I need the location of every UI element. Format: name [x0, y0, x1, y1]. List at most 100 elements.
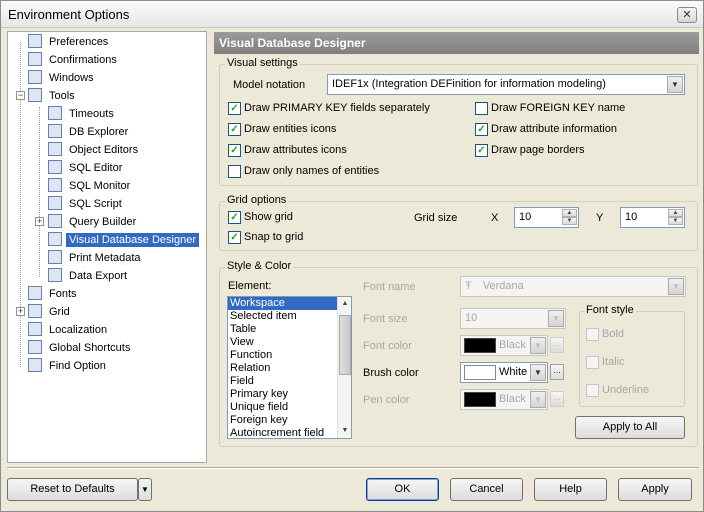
reset-dropdown-icon[interactable]: ▼ [138, 478, 152, 501]
element-list-item[interactable]: View [228, 336, 351, 349]
underline-checkbox[interactable] [586, 384, 599, 397]
sql-script-icon [48, 196, 62, 211]
element-list-item[interactable]: Foreign key [228, 414, 351, 427]
tree-item-fonts[interactable]: Fonts [28, 285, 80, 303]
title-bar[interactable]: Environment Options ✕ [1, 1, 703, 28]
element-list-item[interactable]: Selected item [228, 310, 351, 323]
reset-to-defaults-button[interactable]: Reset to Defaults [7, 478, 138, 501]
pen-color-swatch [464, 392, 496, 407]
tree-item-confirmations[interactable]: Confirmations [28, 51, 120, 69]
tree-item-data-export[interactable]: Data Export [48, 267, 130, 285]
brush-color-select[interactable]: White ▼ [460, 362, 548, 383]
draw-only-names-checkbox[interactable] [228, 165, 241, 178]
spin-down-icon[interactable]: ▼ [668, 217, 683, 225]
scroll-down-icon[interactable]: ▼ [338, 424, 351, 438]
spin-down-icon[interactable]: ▼ [562, 217, 577, 225]
scroll-thumb[interactable] [339, 315, 351, 375]
element-list-item[interactable]: Workspace [228, 297, 351, 310]
scroll-up-icon[interactable]: ▲ [338, 297, 351, 311]
model-notation-select[interactable]: IDEF1x (Integration DEFinition for infor… [327, 74, 685, 95]
spin-up-icon[interactable]: ▲ [562, 209, 577, 217]
grid-expand-icon[interactable]: + [16, 307, 25, 316]
tree-item-object-editors[interactable]: Object Editors [48, 141, 141, 159]
tree-item-timeouts[interactable]: Timeouts [48, 105, 117, 123]
tree-item-sql-editor[interactable]: SQL Editor [48, 159, 125, 177]
grid-y-stepper[interactable]: 10 ▲ ▼ [620, 207, 685, 228]
fonts-icon [28, 286, 42, 301]
tree-item-db-explorer[interactable]: DB Explorer [48, 123, 131, 141]
font-name-select[interactable]: Ŧ Verdana ▼ [460, 276, 686, 297]
italic-checkbox[interactable] [586, 356, 599, 369]
tree-item-query-builder[interactable]: Query Builder [48, 213, 139, 231]
shortcuts-icon [28, 340, 42, 355]
ok-button[interactable]: OK [366, 478, 439, 501]
font-color-select[interactable]: Black ▼ [460, 335, 548, 356]
apply-to-all-button[interactable]: Apply to All [575, 416, 685, 439]
pen-color-more-button[interactable]: ... [550, 391, 564, 407]
window-title: Environment Options [8, 7, 130, 22]
font-name-value: Verdana [482, 280, 524, 292]
chevron-down-icon[interactable]: ▼ [667, 76, 683, 93]
bold-checkbox[interactable] [586, 328, 599, 341]
grid-size-label: Grid size [414, 212, 458, 224]
tree-item-grid[interactable]: Grid [28, 303, 73, 321]
visual-designer-icon [48, 232, 62, 247]
help-button[interactable]: Help [534, 478, 607, 501]
font-color-more-button[interactable]: ... [550, 337, 564, 353]
chevron-down-icon[interactable]: ▼ [668, 278, 684, 295]
draw-entities-icons-checkbox[interactable]: ✓ [228, 123, 241, 136]
element-list-item[interactable]: Table [228, 323, 351, 336]
font-color-value: Black [499, 339, 526, 351]
tree-item-sql-script[interactable]: SQL Script [48, 195, 125, 213]
underline-label: Underline [602, 384, 650, 396]
element-list-item[interactable]: Autoincrement field [228, 427, 351, 438]
spin-up-icon[interactable]: ▲ [668, 209, 683, 217]
tree-item-find-option[interactable]: Find Option [28, 357, 109, 375]
brush-color-label: Brush color [363, 367, 419, 379]
element-list[interactable]: Workspace Selected item Table View Function R… [227, 296, 352, 439]
draw-attributes-icons-checkbox[interactable]: ✓ [228, 144, 241, 157]
font-type-icon: Ŧ [465, 280, 472, 292]
draw-page-borders-checkbox[interactable]: ✓ [475, 144, 488, 157]
tree-item-tools[interactable]: Tools [28, 87, 78, 105]
tree-item-global-shortcuts[interactable]: Global Shortcuts [28, 339, 133, 357]
element-list-scrollbar[interactable]: ▲ ▼ [337, 297, 351, 438]
tree-item-localization[interactable]: Localization [28, 321, 110, 339]
show-grid-checkbox[interactable]: ✓ [228, 211, 241, 224]
pen-color-label: Pen color [363, 394, 410, 406]
element-list-item[interactable]: Relation [228, 362, 351, 375]
draw-attr-info-checkbox[interactable]: ✓ [475, 123, 488, 136]
tree-item-print-metadata[interactable]: Print Metadata [48, 249, 144, 267]
query-builder-expand-icon[interactable]: + [35, 217, 44, 226]
element-list-item[interactable]: Field [228, 375, 351, 388]
draw-only-names-label: Draw only names of entities [244, 165, 380, 177]
tree-item-preferences[interactable]: Preferences [28, 33, 111, 51]
tree-item-windows[interactable]: Windows [28, 69, 97, 87]
font-style-label: Font style [584, 304, 636, 316]
element-list-item[interactable]: Primary key [228, 388, 351, 401]
draw-page-borders-label: Draw page borders [491, 144, 585, 156]
brush-color-swatch [464, 365, 496, 380]
font-size-select[interactable]: 10 ▼ [460, 308, 566, 329]
windows-icon [28, 70, 42, 85]
tree-item-visual-database-designer[interactable]: Visual Database Designer [48, 231, 199, 249]
cancel-button[interactable]: Cancel [450, 478, 523, 501]
draw-pk-checkbox[interactable]: ✓ [228, 102, 241, 115]
chevron-down-icon[interactable]: ▼ [530, 391, 546, 408]
element-list-item[interactable]: Unique field [228, 401, 351, 414]
pen-color-select[interactable]: Black ▼ [460, 389, 548, 410]
element-list-item[interactable]: Function [228, 349, 351, 362]
options-tree[interactable]: Preferences Confirmations Windows − Tool… [7, 31, 207, 463]
brush-color-more-button[interactable]: ... [550, 364, 564, 380]
draw-fk-name-checkbox[interactable] [475, 102, 488, 115]
grid-x-stepper[interactable]: 10 ▲ ▼ [514, 207, 579, 228]
chevron-down-icon[interactable]: ▼ [530, 364, 546, 381]
close-button[interactable]: ✕ [677, 7, 697, 23]
draw-attr-info-label: Draw attribute information [491, 123, 617, 135]
tools-collapse-icon[interactable]: − [16, 91, 25, 100]
chevron-down-icon[interactable]: ▼ [530, 337, 546, 354]
snap-to-grid-checkbox[interactable]: ✓ [228, 231, 241, 244]
chevron-down-icon[interactable]: ▼ [548, 310, 564, 327]
tree-item-sql-monitor[interactable]: SQL Monitor [48, 177, 133, 195]
apply-button[interactable]: Apply [618, 478, 692, 501]
